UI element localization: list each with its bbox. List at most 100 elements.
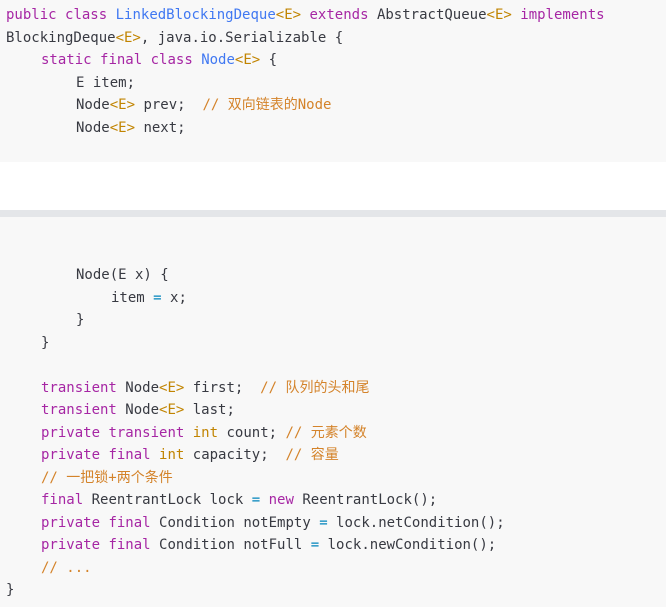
code-token: <E> — [159, 379, 185, 396]
code-comment: // 容量 — [285, 447, 339, 463]
code-line: private final Condition notEmpty = lock.… — [41, 512, 505, 534]
code-token: = — [251, 492, 261, 508]
code-token: <E> — [486, 7, 512, 23]
code-line: transient Node<E> first; // 队列的头和尾 — [41, 377, 369, 399]
code-token: <E> — [109, 119, 136, 136]
code-line: Node<E> prev; // 双向链表的Node — [76, 94, 331, 116]
code-line: // ... — [41, 557, 92, 579]
code-token: private — [41, 514, 101, 531]
code-token: { — [260, 52, 278, 68]
code-line: Node(E x) { — [76, 264, 169, 286]
code-comment: // 双向链表的Node — [202, 97, 332, 113]
code-token: new — [268, 492, 294, 508]
code-line: E item; — [76, 72, 135, 94]
code-line: transient Node<E> last; — [41, 399, 235, 421]
code-block-bottom: Node(E x) { item = x;}} transient Node<E> … — [0, 217, 666, 607]
code-token: = — [319, 514, 328, 531]
code-token: } — [41, 334, 50, 351]
code-token: private — [41, 447, 101, 463]
code-comment: // 元素个数 — [285, 424, 367, 441]
code-line: private transient int count; // 元素个数 — [41, 422, 367, 444]
code-line: final ReentrantLock lock = new Reentrant… — [41, 489, 437, 511]
code-token: Node — [201, 52, 235, 68]
code-line: item = x; — [111, 287, 187, 309]
code-token: last; — [184, 402, 235, 418]
code-token: prev; — [135, 97, 203, 113]
blank-gap — [0, 162, 666, 210]
code-token: class — [150, 52, 193, 68]
code-line: } — [41, 332, 49, 354]
code-token: class — [65, 7, 108, 23]
code-token: lock.newCondition(); — [319, 537, 497, 553]
code-token: = — [310, 537, 320, 553]
code-token: x; — [161, 289, 187, 306]
code-token: <E> — [234, 52, 261, 68]
code-token: int — [192, 424, 219, 441]
code-token: ReentrantLock lock — [83, 492, 252, 508]
code-line: // 一把锁+两个条件 — [41, 467, 173, 489]
code-line: BlockingDeque<E>, java.io.Serializable { — [6, 27, 343, 49]
code-token: extends — [309, 7, 369, 23]
code-token: public — [6, 7, 57, 23]
code-token: Condition notFull — [150, 537, 311, 553]
code-token: = — [153, 289, 162, 306]
code-line: static final class Node<E> { — [41, 49, 277, 71]
code-token: final — [108, 514, 151, 531]
code-comment: // ... — [41, 559, 92, 576]
code-token: next; — [135, 119, 186, 136]
code-token: <E> — [109, 97, 136, 113]
code-line: } — [76, 309, 84, 331]
code-token: BlockingDeque — [6, 29, 116, 46]
code-token: final — [108, 537, 151, 553]
code-line: Node<E> next; — [76, 117, 186, 139]
code-token: Node — [76, 119, 110, 136]
separator-bar — [0, 210, 666, 217]
code-token: static — [41, 52, 92, 68]
code-token: LinkedBlockingDeque — [115, 7, 276, 23]
code-token: Node — [76, 97, 110, 113]
code-token: , java.io.Serializable { — [140, 29, 344, 46]
code-token: Condition notEmpty — [150, 514, 320, 531]
code-token: count; — [218, 424, 286, 441]
code-line: public class LinkedBlockingDeque<E> exte… — [6, 4, 605, 26]
code-token: capacity; — [184, 447, 286, 463]
code-comment: // 一把锁+两个条件 — [41, 469, 173, 486]
code-token: E item; — [76, 74, 136, 91]
code-token: Node — [116, 379, 160, 396]
code-line: private final int capacity; // 容量 — [41, 444, 339, 466]
code-token: <E> — [275, 7, 302, 23]
code-token: implements — [520, 7, 605, 23]
code-token: lock.netCondition(); — [327, 514, 505, 531]
code-token: ReentrantLock(); — [293, 492, 438, 508]
code-token: int — [159, 447, 185, 463]
code-token: item — [111, 289, 154, 306]
code-token: first; — [184, 379, 261, 396]
code-token: final — [41, 492, 84, 508]
code-token: } — [76, 312, 85, 328]
code-block-top: public class LinkedBlockingDeque<E> exte… — [0, 0, 666, 162]
code-token: <E> — [115, 29, 141, 46]
code-token: final — [108, 447, 151, 463]
code-token: private — [41, 537, 101, 553]
code-line: } — [6, 579, 14, 601]
code-token: transient — [41, 379, 117, 396]
code-token: Node — [116, 402, 160, 418]
code-line: private final Condition notFull = lock.n… — [41, 534, 496, 556]
code-token: Node(E x) { — [76, 267, 169, 283]
code-token: transient — [108, 424, 185, 441]
code-token: private — [41, 424, 101, 441]
code-token: final — [100, 52, 143, 68]
code-token: AbstractQueue — [368, 7, 487, 23]
code-comment: // 队列的头和尾 — [260, 379, 370, 396]
code-token: <E> — [159, 402, 185, 418]
code-token: } — [6, 582, 15, 598]
